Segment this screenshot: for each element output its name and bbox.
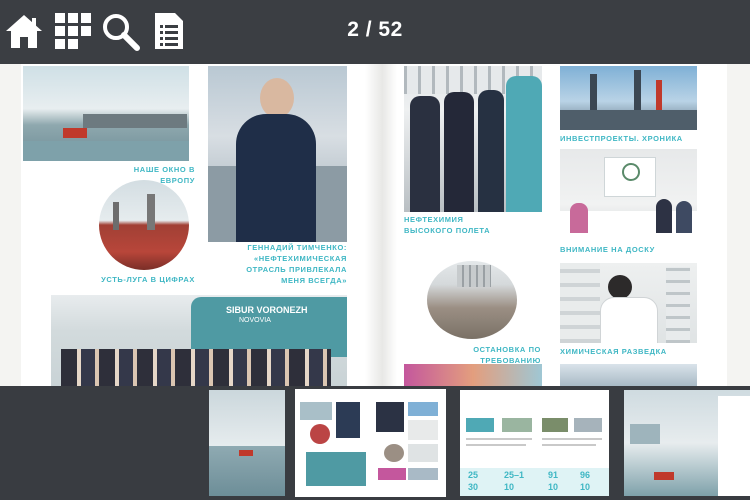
top-toolbar: 2 / 52 [0,0,750,64]
chem-lab-photo [560,263,697,343]
industrial-circle-photo [427,261,517,339]
thumbnail-page-1[interactable] [209,390,285,496]
thumb-number-7: 96 [580,470,591,480]
thumb-number-5: 91 [548,470,559,480]
harbour-photo [23,66,189,161]
thumb-number-4: 10 [504,482,515,492]
right-page: НЕФТЕХИМИЯ ВЫСОКОГО ПОЛЕТА ИНВЕСТПРОЕКТЫ… [397,64,727,386]
spread-gutter [365,64,397,386]
thumbnail-page-2-3[interactable] [295,389,446,497]
caption-neftechimia: НЕФТЕХИМИЯ ВЫСОКОГО ПОЛЕТА [404,215,491,235]
caption-invest: ИНВЕСТПРОЕКТЫ. ХРОНИКА [560,134,683,143]
left-page: НАШЕ ОКНО В ЕВРОПУ ГЕННАДИЙ ТИМЧЕНКО: «Н… [21,64,365,386]
ust-luga-photo [99,180,189,270]
thumbnail-page-6-7[interactable] [624,390,750,496]
thumb-number-3: 25–1 [504,470,525,480]
caption-board: ВНИМАНИЕ НА ДОСКУ [560,245,655,254]
board-meeting-photo [560,149,697,241]
caption-ust-luga: УСТЬ-ЛУГА В ЦИФРАХ [101,275,195,284]
bottom-photo-right [560,364,697,386]
caption-chem: ХИМИЧЕСКАЯ РАЗВЕДКА [560,347,667,356]
ship-ceremony-photo: SIBUR VORONEZH NOVOVIA [51,295,347,386]
thumb-number-8: 10 [580,482,591,492]
page-counter: 2 / 52 [347,18,403,41]
portrait-photo [208,66,347,242]
neftechimia-photo [404,66,542,212]
caption-timchenko: ГЕННАДИЙ ТИМЧЕНКО: «НЕФТЕХИМИЧЕСКАЯ ОТРА… [246,243,347,285]
thumbnail-strip: 25 30 25–1 10 91 10 96 10 [0,386,750,500]
thumbnail-page-4-5[interactable]: 25 30 25–1 10 91 10 96 10 [460,390,609,496]
ship-name: SIBUR VORONEZH [226,305,308,315]
magazine-spread[interactable]: НАШЕ ОКНО В ЕВРОПУ ГЕННАДИЙ ТИМЧЕНКО: «Н… [0,64,750,386]
thumb-number-2: 30 [468,482,479,492]
thumb-number-6: 10 [548,482,559,492]
caption-stop: ОСТАНОВКА ПО ТРЕБОВАНИЮ [473,345,541,365]
bottom-photo-left [404,364,542,386]
thumb-number-1: 25 [468,470,479,480]
invest-photo [560,66,697,130]
ship-port: NOVOVIA [239,317,271,324]
